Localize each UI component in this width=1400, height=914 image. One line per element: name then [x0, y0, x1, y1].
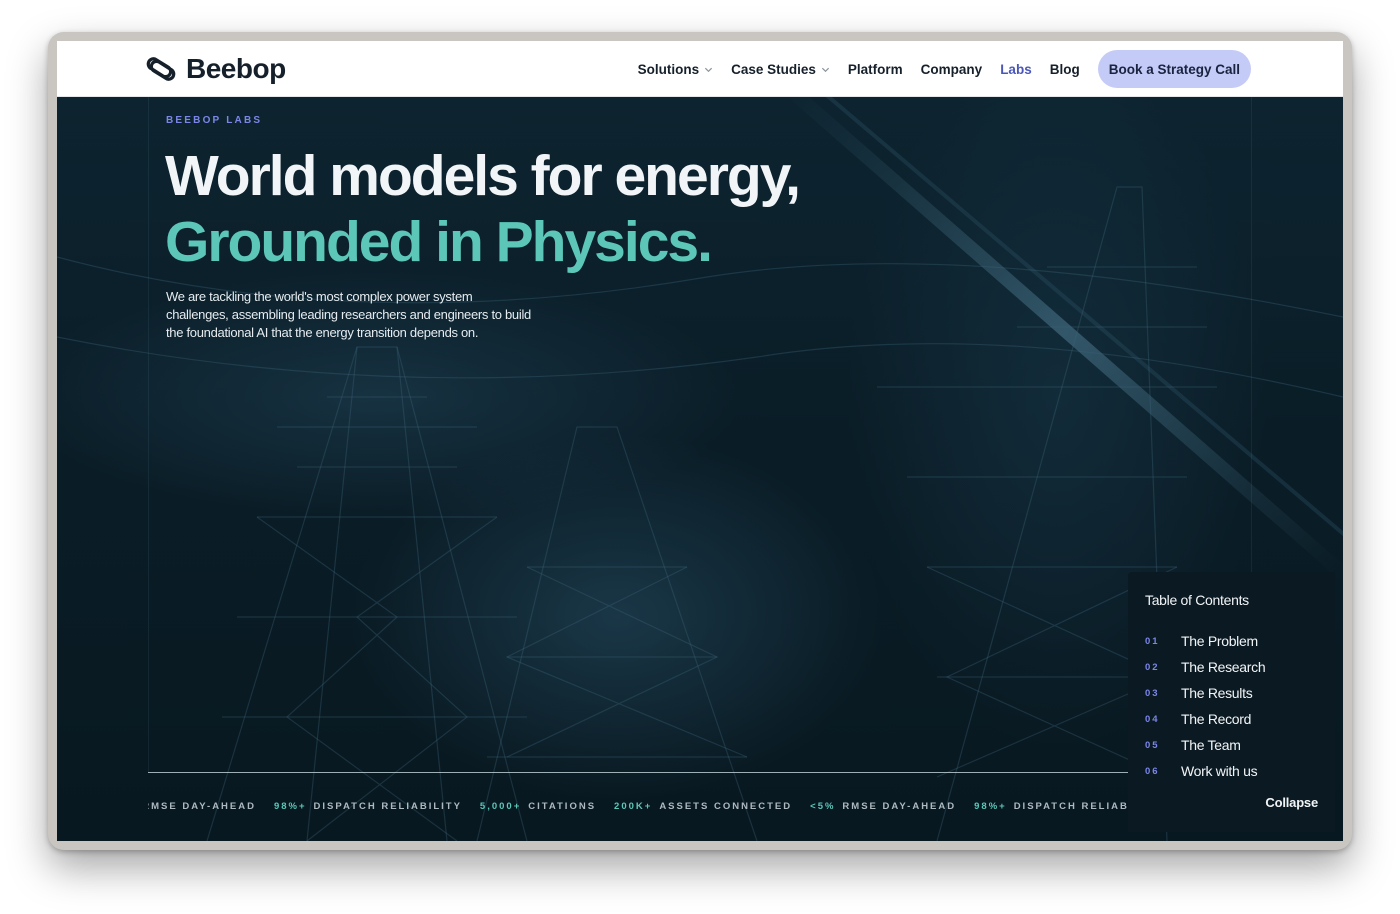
beebop-logo-icon — [146, 57, 176, 81]
nav-platform[interactable]: Platform — [848, 62, 903, 77]
toc-item-label: The Team — [1181, 737, 1241, 753]
toc-item-number: 04 — [1145, 713, 1160, 725]
hero-section: BEEBOP LABS World models for energy, Gro… — [57, 97, 1343, 841]
ticker-label: RMSE DAY-AHEAD — [148, 801, 256, 812]
ticker-item: 98%+ DISPATCH RELIABILITY — [974, 801, 1128, 812]
chevron-down-icon — [705, 67, 713, 72]
stats-ticker: <5% RMSE DAY-AHEAD 98%+ DISPATCH RELIABILIT… — [148, 801, 1128, 815]
headline-line-1: World models for energy, — [165, 144, 801, 208]
toc-item-number: 03 — [1145, 687, 1160, 699]
nav-case-studies[interactable]: Case Studies — [731, 62, 830, 77]
toc-item-number: 02 — [1145, 661, 1160, 673]
nav-company[interactable]: Company — [921, 62, 983, 77]
ticker-label: DISPATCH RELIABILITY — [313, 801, 462, 812]
ticker-item: 200K+ ASSETS CONNECTED — [614, 801, 792, 812]
toc-item-record[interactable]: 04 The Record — [1145, 706, 1265, 732]
toc-item-number: 06 — [1145, 765, 1160, 777]
ticker-item: 5,000+ CITATIONS — [480, 801, 596, 812]
toc-item-research[interactable]: 02 The Research — [1145, 654, 1266, 680]
ticker-item: <5% RMSE DAY-AHEAD — [810, 801, 956, 812]
eyebrow-label: BEEBOP LABS — [166, 115, 263, 126]
toc-title: Table of Contents — [1145, 592, 1249, 608]
browser-viewport: Beebop Solutions Case Studies Platform C… — [57, 41, 1343, 841]
logo-wordmark: Beebop — [186, 53, 286, 84]
toc-item-team[interactable]: 05 The Team — [1145, 732, 1265, 758]
chevron-down-icon — [821, 67, 829, 72]
ticker-label: RMSE DAY-AHEAD — [842, 801, 957, 812]
toc-collapse-button[interactable]: Collapse — [1265, 795, 1318, 810]
divider-line — [148, 772, 1128, 773]
ticker-label: CITATIONS — [528, 801, 597, 812]
table-of-contents: Table of Contents 01 The Problem 02 The … — [1128, 572, 1335, 832]
toc-item-label: Work with us — [1181, 763, 1258, 779]
hero-lede: We are tackling the world's most complex… — [166, 289, 531, 340]
toc-item-results[interactable]: 03 The Results — [1145, 680, 1265, 706]
ticker-value: 5,000+ — [479, 801, 522, 812]
toc-item-label: The Results — [1181, 685, 1253, 701]
toc-item-number: 05 — [1145, 739, 1160, 751]
book-strategy-call-button[interactable]: Book a Strategy Call — [1097, 50, 1251, 88]
ticker-label: ASSETS CONNECTED — [659, 801, 793, 812]
logo-link[interactable]: Beebop — [146, 53, 286, 85]
nav-solutions-label: Solutions — [637, 61, 700, 77]
ticker-value: <5% — [810, 801, 836, 812]
ticker-item: 98%+ DISPATCH RELIABILITY — [274, 801, 462, 812]
nav-links: Solutions Case Studies Platform Company … — [620, 50, 1251, 88]
ticker-value: 200K+ — [614, 801, 653, 812]
ticker-value: 98%+ — [273, 801, 307, 812]
toc-item-number: 01 — [1145, 635, 1160, 647]
toc-item-label: The Problem — [1181, 633, 1258, 649]
nav-blog[interactable]: Blog — [1050, 62, 1080, 77]
headline-line-2: Grounded in Physics. — [165, 210, 713, 274]
toc-item-label: The Research — [1181, 659, 1266, 675]
ticker-label: DISPATCH RELIABILITY — [1013, 801, 1128, 812]
toc-item-work-with-us[interactable]: 06 Work with us — [1145, 758, 1265, 784]
nav-solutions[interactable]: Solutions — [638, 62, 714, 77]
hero-headline: World models for energy, Grounded in Phy… — [165, 143, 801, 275]
top-nav: Beebop Solutions Case Studies Platform C… — [57, 41, 1343, 97]
toc-list: 01 The Problem 02 The Research 03 The Re… — [1145, 628, 1266, 784]
ticker-value: 98%+ — [974, 801, 1007, 812]
ticker-item: <5%RMSE DAY-AHEAD — [148, 801, 256, 812]
toc-item-label: The Record — [1181, 711, 1252, 727]
toc-item-problem[interactable]: 01 The Problem — [1145, 628, 1265, 654]
ticker-track: <5% RMSE DAY-AHEAD 98%+ DISPATCH RELIABILIT… — [148, 801, 1128, 812]
nav-case-studies-label: Case Studies — [731, 61, 816, 77]
nav-labs[interactable]: Labs — [1000, 62, 1032, 77]
